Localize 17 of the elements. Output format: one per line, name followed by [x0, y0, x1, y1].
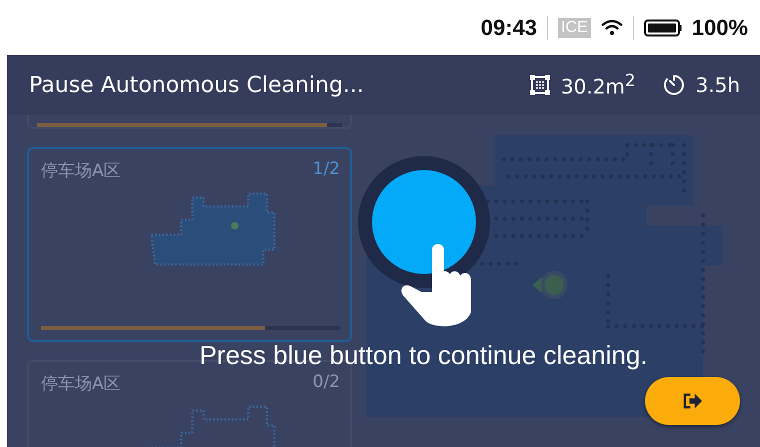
zone-name: 停车场A区 — [41, 373, 121, 395]
battery-percent: 100% — [692, 14, 748, 40]
cleaning-duration: 3.5h — [696, 73, 740, 97]
timer-icon — [662, 73, 686, 97]
zone-count: 1/2 — [312, 159, 340, 181]
task-title: Pause Autonomous Cleaning... — [29, 72, 364, 98]
area-icon — [528, 74, 551, 96]
zone-count: 0/2 — [312, 372, 340, 394]
zone-card[interactable]: 停车场A区 1/2 — [27, 147, 352, 342]
clock-time: 09:43 — [480, 14, 538, 40]
network-type: ICE — [558, 18, 591, 38]
exit-button[interactable] — [645, 377, 740, 425]
zone-name: 停车场A区 — [41, 160, 121, 182]
exit-icon — [682, 392, 704, 410]
cleaned-area: 30.2m$^{2}$ — [560, 71, 636, 99]
wifi-icon — [600, 19, 623, 36]
battery-icon — [644, 18, 682, 36]
